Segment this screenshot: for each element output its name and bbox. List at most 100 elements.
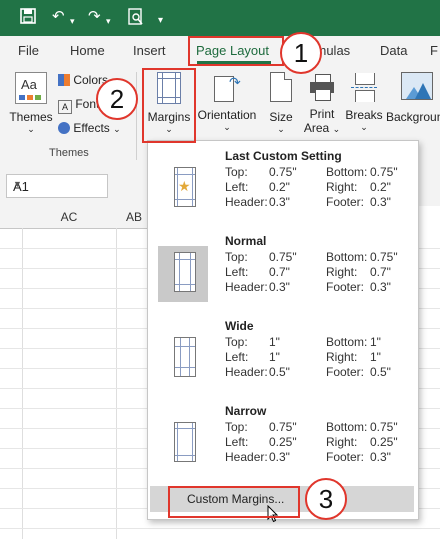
left-value: 0.25" [269, 435, 297, 449]
bottom-value: 0.75" [370, 420, 398, 434]
redo-dropdown-icon[interactable]: ▾ [106, 12, 111, 30]
highlight-page-layout-tab [188, 36, 284, 66]
left-label: Left: [225, 350, 249, 364]
star-icon: ★ [178, 178, 191, 194]
themes-icon: Aa [15, 72, 47, 104]
group-separator [136, 72, 137, 160]
themes-label: Themes [9, 110, 53, 124]
top-value: 0.75" [269, 165, 297, 179]
top-value: 0.75" [269, 420, 297, 434]
bottom-value: 0.75" [370, 165, 398, 179]
effects-dropdown-icon: ⌄ [113, 124, 121, 134]
customize-toolbar-icon[interactable]: ▾ [158, 12, 163, 30]
footer-value: 0.5" [370, 365, 391, 379]
grid-line [0, 528, 440, 529]
undo-dropdown-icon[interactable]: ▾ [70, 12, 75, 30]
header-value: 0.3" [269, 195, 290, 209]
name-box-dropdown-icon[interactable]: ▼ [13, 179, 103, 189]
right-value: 0.25" [370, 435, 398, 449]
header-label: Header: [225, 280, 268, 294]
print-area-button[interactable]: Print Area ⌄ [302, 72, 342, 135]
footer-label: Footer: [326, 450, 365, 464]
grid-line [116, 228, 117, 539]
orientation-dropdown-icon: ⌄ [223, 122, 231, 132]
left-value: 0.7" [269, 265, 290, 279]
background-label: Backgroun [386, 110, 440, 124]
right-label: Right: [326, 350, 358, 364]
tab-file[interactable]: File [18, 43, 39, 58]
header-value: 0.3" [269, 280, 290, 294]
breaks-label: Breaks [345, 108, 383, 122]
left-label: Left: [225, 435, 249, 449]
left-value: 1" [269, 350, 280, 364]
header-label: Header: [225, 450, 268, 464]
right-label: Right: [326, 435, 358, 449]
tab-home[interactable]: Home [70, 43, 105, 58]
margin-option-normal[interactable]: Normal Top: 0.75" Bottom: 0.75" Left: 0.… [148, 234, 418, 318]
page-preview-icon [174, 422, 196, 462]
printer-icon [309, 72, 335, 101]
margin-option-last-custom[interactable]: ★ Last Custom Setting Top: 0.75" Bottom:… [148, 149, 418, 233]
tab-data[interactable]: Data [380, 43, 407, 58]
highlight-custom-margins [168, 486, 300, 518]
top-value: 0.75" [269, 250, 297, 264]
step-3-badge: 3 [305, 478, 347, 520]
orientation-icon: ↷ [212, 72, 242, 102]
option-title: Narrow [225, 404, 267, 418]
footer-value: 0.3" [370, 195, 391, 209]
margin-preview-wide [158, 331, 208, 387]
option-title: Wide [225, 319, 254, 333]
fonts-icon: A [58, 100, 72, 114]
left-label: Left: [225, 265, 249, 279]
left-label: Left: [225, 180, 249, 194]
tab-insert[interactable]: Insert [133, 43, 166, 58]
redo-icon[interactable]: ↷ [88, 8, 101, 26]
top-label: Top: [225, 250, 248, 264]
margin-preview-narrow [158, 416, 208, 472]
themes-button[interactable]: Aa Themes ⌄ [8, 72, 54, 135]
undo-icon[interactable]: ↶ [52, 8, 65, 26]
name-box[interactable]: A1 ▼ [6, 174, 108, 198]
bottom-value: 0.75" [370, 250, 398, 264]
top-value: 1" [269, 335, 280, 349]
breaks-button[interactable]: Breaks ⌄ [344, 72, 384, 133]
print-area-label-line2: Area ⌄ [303, 121, 341, 135]
tab-more[interactable]: F [430, 43, 438, 58]
margin-preview-last-custom: ★ [158, 161, 208, 217]
right-value: 0.2" [370, 180, 391, 194]
left-value: 0.2" [269, 180, 290, 194]
orientation-label: Orientation [197, 108, 257, 122]
select-all-corner[interactable] [0, 206, 23, 229]
footer-label: Footer: [326, 365, 365, 379]
save-icon[interactable] [20, 8, 36, 29]
margin-option-narrow[interactable]: Narrow Top: 0.75" Bottom: 0.75" Left: 0.… [148, 404, 418, 488]
size-button[interactable]: Size ⌄ [264, 72, 298, 135]
effects-button[interactable]: Effects ⌄ [58, 121, 121, 135]
header-label: Header: [225, 195, 268, 209]
header-value: 0.5" [269, 365, 290, 379]
effects-icon [58, 122, 70, 134]
margin-option-wide[interactable]: Wide Top: 1" Bottom: 1" Left: 1" Right: … [148, 319, 418, 403]
themes-dropdown-icon: ⌄ [27, 124, 35, 134]
print-preview-icon[interactable] [128, 8, 144, 31]
footer-label: Footer: [326, 280, 365, 294]
footer-label: Footer: [326, 195, 365, 209]
top-label: Top: [225, 420, 248, 434]
size-label: Size [269, 110, 293, 124]
page-preview-icon: ★ [174, 167, 196, 207]
step-2-badge: 2 [96, 78, 138, 120]
right-value: 0.7" [370, 265, 391, 279]
background-button[interactable]: Backgroun [386, 72, 440, 124]
column-header-ac[interactable]: AC [22, 206, 117, 229]
header-label: Header: [225, 365, 268, 379]
margin-preview-normal [158, 246, 208, 302]
bottom-value: 1" [370, 335, 381, 349]
orientation-button[interactable]: ↷ Orientation ⌄ [195, 72, 259, 133]
right-label: Right: [326, 180, 358, 194]
right-label: Right: [326, 265, 358, 279]
bottom-label: Bottom: [326, 250, 368, 264]
breaks-icon [351, 72, 377, 102]
page-preview-icon [174, 252, 196, 292]
right-value: 1" [370, 350, 381, 364]
colors-icon [58, 74, 70, 86]
